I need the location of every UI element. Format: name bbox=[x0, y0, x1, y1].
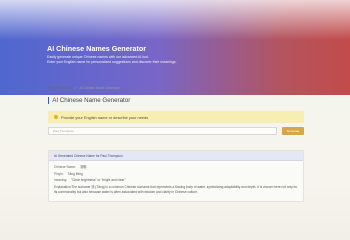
explanation-label: Explanation: bbox=[54, 185, 72, 190]
meaning-label: meaning: bbox=[54, 178, 68, 183]
page-title-text: AI Chinese Name Generator bbox=[52, 97, 131, 104]
result-body: Chinese Name: 汤明 Pinyin: Tāng Míng meaning… bbox=[49, 161, 303, 194]
pinyin-label: Pinyin: bbox=[54, 171, 64, 176]
explanation-row: Explanation:The surname 汤 (Tāng) is a co… bbox=[54, 185, 298, 194]
explanation-value: The surname 汤 (Tāng) is a common Chinese… bbox=[54, 185, 298, 194]
result-card: AI Generated Chinese Name for Paul Thomp… bbox=[48, 150, 304, 202]
hero-title: AI Chinese Names Generator bbox=[47, 44, 147, 53]
hero-subtitle-line: Enter your English name for personalized… bbox=[47, 60, 177, 64]
result-heading: AI Generated Chinese Name for Paul Thomp… bbox=[49, 151, 303, 161]
breadcrumb-current: AI Chinese Name Generator bbox=[79, 86, 120, 90]
hero-subtitle: Easily generate unique Chinese names wit… bbox=[47, 55, 277, 65]
meaning-row: meaning: "Clear brightness" or "bright an… bbox=[54, 178, 298, 183]
name-input[interactable] bbox=[48, 127, 277, 135]
pinyin-row: Pinyin: Tāng Míng bbox=[54, 172, 298, 177]
prompt-text: Provide your English name or describe yo… bbox=[61, 114, 149, 120]
chinese-name-row: Chinese Name: 汤明 bbox=[54, 165, 298, 170]
chinese-name-value: 汤明 bbox=[79, 165, 87, 169]
generate-button[interactable]: Generate bbox=[282, 127, 304, 135]
pinyin-value: Tāng Míng bbox=[67, 171, 83, 176]
breadcrumb: ChineseName.ai > AI Chinese Name Generator bbox=[48, 86, 120, 90]
info-icon bbox=[54, 115, 58, 119]
chinese-name-label: Chinese Name: bbox=[54, 165, 76, 169]
breadcrumb-home-link[interactable]: ChineseName.ai bbox=[48, 86, 72, 90]
hero-banner: AI Chinese Names Generator Easily genera… bbox=[0, 0, 350, 95]
breadcrumb-separator: > bbox=[74, 86, 77, 90]
title-accent-bar bbox=[48, 97, 50, 104]
prompt-banner: Provide your English name or describe yo… bbox=[48, 111, 304, 123]
page-title: AI Chinese Name Generator bbox=[48, 97, 130, 104]
meaning-value: "Clear brightness" or "bright and clear" bbox=[71, 178, 126, 183]
